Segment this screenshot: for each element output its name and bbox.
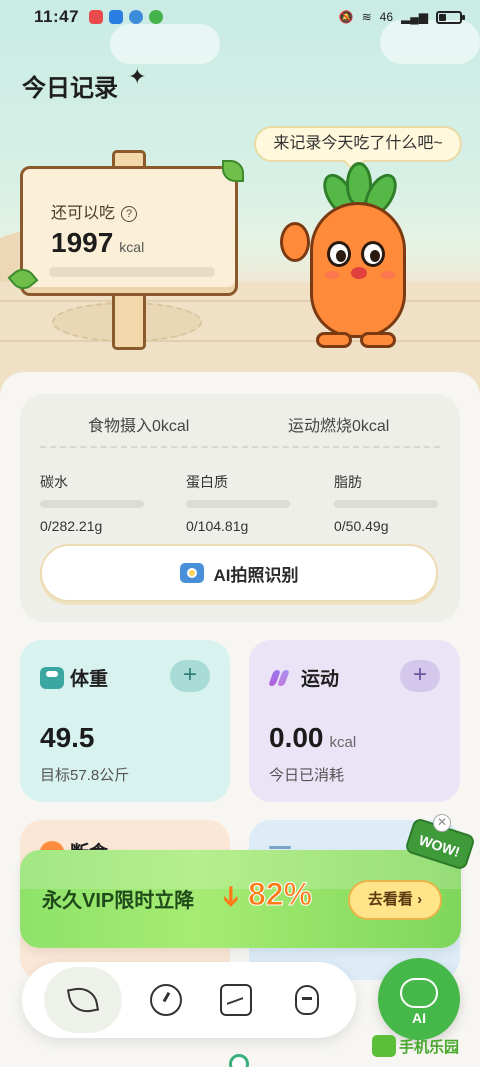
bottom-nav <box>22 962 356 1038</box>
remaining-label: 还可以吃? <box>51 199 138 223</box>
exercise-card-header: 运动 <box>268 664 340 691</box>
nav-item-gallery[interactable] <box>209 973 263 1027</box>
watermark: 手机乐园 <box>372 1032 476 1060</box>
wechat-icon <box>149 10 164 24</box>
macro-value: 0/104.81g <box>186 518 249 534</box>
exercise-card[interactable]: 运动 + 0.00 kcal 今日已消耗 <box>249 640 460 802</box>
alarm-clock-icon <box>149 984 182 1016</box>
ai-assistant-button[interactable]: AI <box>378 958 460 1040</box>
mute-icon: 🔕 <box>338 10 354 24</box>
photo-icon <box>220 984 253 1016</box>
carrot-icon <box>294 985 319 1015</box>
macro-name: 蛋白质 <box>186 474 228 490</box>
weight-card[interactable]: 体重 + 49.5 目标57.8公斤 <box>20 640 230 802</box>
sparkle-icon: ✦ <box>128 64 147 89</box>
notification-icon <box>109 10 124 24</box>
exercise-kcal-value: 0.00 <box>269 722 324 753</box>
watermark-text: 手机乐园 <box>399 1038 460 1056</box>
speech-bubble: 来记录今天吃了什么吧~ <box>254 126 462 162</box>
remaining-kcal-value: 1997 <box>51 227 114 258</box>
add-weight-button[interactable]: + <box>170 660 210 692</box>
weight-value: 49.5 <box>40 722 95 753</box>
nav-item-profile[interactable] <box>280 973 334 1027</box>
battery-icon <box>436 10 465 24</box>
wifi-icon: ≋ <box>361 10 372 24</box>
notification-icon <box>129 10 144 24</box>
promo-discount: 82% <box>247 876 313 913</box>
exercise-value: 0.00 kcal <box>269 722 356 754</box>
calorie-signboard[interactable]: 还可以吃? 1997 kcal <box>20 166 238 296</box>
water-icon <box>269 846 291 849</box>
macro-name: 脂肪 <box>334 474 362 490</box>
home-indicator <box>229 1054 249 1067</box>
weight-card-title: 体重 <box>70 669 109 690</box>
signal-icon: ▂▄▆ <box>401 10 428 24</box>
close-icon[interactable]: ✕ <box>433 814 451 832</box>
exercise-sub: 今日已消耗 <box>269 767 345 784</box>
nutrition-summary-card: 食物摄入0kcal 运动燃烧0kcal 碳水 0/282.21g 蛋白质 0/1… <box>20 394 460 622</box>
food-intake-label: 食物摄入0kcal <box>88 418 190 435</box>
macro-protein: 蛋白质 0/104.81g <box>186 472 306 534</box>
status-bar: 11:47 🔕 ≋ 46 ▂▄▆ <box>0 0 480 34</box>
leaf-icon <box>67 984 100 1016</box>
remaining-label-text: 还可以吃 <box>51 205 116 222</box>
exercise-burn-label: 运动燃烧0kcal <box>288 418 390 435</box>
cloud-chat-icon <box>400 978 438 1008</box>
status-right: 🔕 ≋ 46 ▂▄▆ <box>338 10 465 24</box>
add-exercise-button[interactable]: + <box>400 660 440 692</box>
nav-item-reminder[interactable] <box>139 973 193 1027</box>
macro-value: 0/282.21g <box>40 518 103 534</box>
help-icon[interactable]: ? <box>121 206 138 222</box>
promo-text: 永久VIP限时立降 <box>42 890 195 912</box>
macro-carbs: 碳水 0/282.21g <box>40 472 160 534</box>
ai-photo-recognition-button[interactable]: AI拍照识别 <box>40 544 438 602</box>
down-arrow-icon: ➔ <box>216 884 248 909</box>
exercise-card-title: 运动 <box>301 669 340 690</box>
macro-value: 0/50.49g <box>334 518 389 534</box>
vip-promo-banner[interactable]: 永久VIP限时立降 ➔ 82% 去看看 › <box>20 850 461 948</box>
macro-progress-bar <box>334 500 438 508</box>
watermark-logo <box>372 1035 396 1057</box>
remaining-progress-bar <box>49 267 215 277</box>
exercise-icon <box>268 669 295 686</box>
camera-icon <box>179 563 204 583</box>
dashed-divider <box>40 446 440 448</box>
macro-name: 碳水 <box>40 474 68 490</box>
ai-fab-label: AI <box>412 1010 426 1026</box>
promo-view-button[interactable]: 去看看 › <box>348 880 442 920</box>
ai-photo-label: AI拍照识别 <box>213 565 299 585</box>
carrot-mascot <box>280 162 440 352</box>
weight-card-header: 体重 <box>40 664 108 691</box>
notification-icon <box>89 10 104 24</box>
exercise-kcal-unit: kcal <box>329 734 357 751</box>
network-label: 46 <box>379 10 394 24</box>
remaining-kcal: 1997 kcal <box>51 227 144 259</box>
weight-goal: 目标57.8公斤 <box>40 767 130 784</box>
macro-progress-bar <box>186 500 290 508</box>
scale-icon <box>40 666 64 689</box>
nav-item-record[interactable] <box>44 967 123 1033</box>
macro-fat: 脂肪 0/50.49g <box>334 472 454 534</box>
status-time: 11:47 <box>34 7 80 26</box>
page-title: 今日记录 <box>22 75 118 102</box>
macro-progress-bar <box>40 500 144 508</box>
remaining-kcal-unit: kcal <box>119 239 145 255</box>
